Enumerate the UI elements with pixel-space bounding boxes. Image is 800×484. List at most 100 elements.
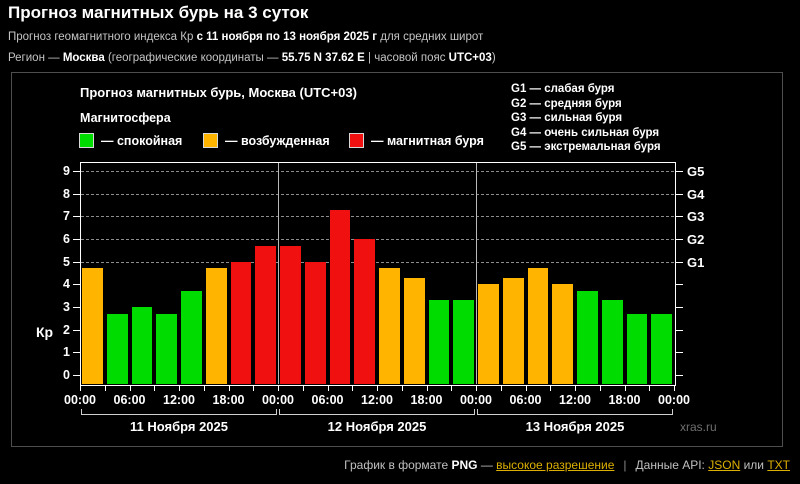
day-date-label: 13 Ноября 2025 bbox=[525, 419, 625, 434]
high-resolution-link[interactable]: высокое разрешение bbox=[496, 458, 614, 472]
x-axis-tick bbox=[525, 386, 527, 391]
footer-dash: — bbox=[477, 458, 497, 472]
kp-bar bbox=[205, 268, 227, 384]
x-axis-tick bbox=[599, 386, 601, 391]
y-axis-tick-left bbox=[73, 261, 80, 263]
forecast-date-range: с 11 ноября по 13 ноября 2025 г bbox=[196, 31, 378, 43]
y-axis-tick-left bbox=[73, 374, 80, 376]
y-tick-label: 9 bbox=[63, 164, 70, 179]
kp-bar bbox=[577, 291, 598, 384]
x-axis-tick bbox=[203, 386, 205, 391]
y-axis-tick-left bbox=[73, 193, 80, 195]
x-tick-label: 00:00 bbox=[262, 393, 294, 407]
x-tick-label: 18:00 bbox=[212, 393, 245, 407]
y-axis-tick-right bbox=[676, 216, 683, 218]
g-scale-legend: G1 — слабая буря G2 — средняя буря G3 — … bbox=[511, 82, 661, 155]
x-axis-tick bbox=[426, 386, 428, 391]
x-axis-tick bbox=[649, 386, 651, 391]
y-axis-tick-left bbox=[73, 306, 80, 308]
g-tick-label: G2 bbox=[687, 232, 705, 248]
kp-bar bbox=[626, 313, 648, 384]
legend-item-excited: — возбужденная bbox=[203, 133, 330, 148]
kp-bar bbox=[304, 261, 326, 384]
day-date-label: 12 Ноября 2025 bbox=[327, 419, 427, 434]
x-axis-tick bbox=[327, 386, 329, 391]
grid-line-g2 bbox=[81, 239, 674, 241]
chart-panel: Прогноз магнитных бурь, Москва (UTC+03) … bbox=[11, 72, 783, 447]
x-axis-tick bbox=[500, 386, 502, 391]
x-tick-label: 00:00 bbox=[658, 393, 690, 407]
kp-bar bbox=[280, 245, 301, 384]
y-axis-tick-left bbox=[73, 216, 80, 218]
kp-bar bbox=[131, 306, 153, 384]
coords-value: 55.75 N 37.62 E bbox=[281, 52, 365, 64]
grid-line-g3 bbox=[81, 216, 674, 218]
y-axis-tick-left bbox=[73, 171, 80, 173]
x-axis-tick bbox=[624, 386, 626, 391]
x-tick-label: 12:00 bbox=[361, 393, 393, 407]
coords-label: (географические координаты — bbox=[104, 52, 282, 64]
g-tick-label: G4 bbox=[687, 186, 705, 202]
txt-link[interactable]: TXT bbox=[767, 458, 790, 472]
y-axis-tick-right bbox=[676, 261, 683, 263]
x-axis-tick bbox=[575, 386, 576, 391]
day-bracket bbox=[279, 409, 475, 415]
api-label: Данные API: bbox=[635, 458, 709, 472]
day-divider bbox=[278, 163, 279, 384]
kp-bar bbox=[478, 284, 499, 384]
kp-bar bbox=[601, 300, 623, 384]
legend-item-storm: — магнитная буря bbox=[349, 133, 484, 148]
legend-label-excited: — возбужденная bbox=[225, 133, 330, 148]
timezone-value: UTC+03 bbox=[448, 52, 492, 64]
y-axis-tick-right bbox=[676, 306, 683, 308]
forecast-subtitle-pre: Прогноз геомагнитного индекса Кр bbox=[8, 31, 197, 43]
x-tick-label: 12:00 bbox=[163, 393, 195, 407]
x-axis-tick bbox=[104, 386, 106, 391]
json-link[interactable]: JSON bbox=[708, 458, 740, 472]
y-axis-tick-right bbox=[676, 284, 683, 286]
x-tick-label: 06:00 bbox=[311, 393, 344, 407]
grid-line-g5 bbox=[81, 171, 674, 173]
x-axis-tick bbox=[451, 386, 453, 391]
x-axis-tick bbox=[154, 386, 156, 391]
x-tick-label: 18:00 bbox=[608, 393, 641, 407]
excited-color-swatch bbox=[203, 133, 218, 148]
kp-bar bbox=[527, 268, 549, 384]
kp-bar bbox=[156, 313, 177, 384]
legend-item-quiet: — спокойная bbox=[79, 133, 182, 148]
kp-bar bbox=[82, 268, 103, 384]
y-axis-tick-right bbox=[676, 374, 683, 376]
day-date-label: 11 Ноября 2025 bbox=[129, 419, 228, 434]
day-bracket bbox=[477, 409, 673, 415]
y-axis-tick-right bbox=[676, 239, 683, 241]
kp-bar bbox=[379, 268, 400, 384]
x-axis-tick bbox=[352, 386, 354, 391]
kp-bar bbox=[181, 291, 202, 384]
kp-bar bbox=[502, 277, 524, 384]
x-axis-tick bbox=[377, 386, 378, 391]
g-tick-label: G1 bbox=[687, 254, 705, 270]
x-axis-tick bbox=[278, 386, 279, 391]
grid-line-g4 bbox=[81, 193, 674, 195]
kp-bar bbox=[255, 245, 276, 384]
legend-label-storm: — магнитная буря bbox=[371, 133, 484, 148]
x-tick-label: 18:00 bbox=[410, 393, 443, 407]
x-tick-label: 12:00 bbox=[559, 393, 591, 407]
kp-bar bbox=[329, 209, 351, 384]
y-tick-label: 8 bbox=[63, 186, 70, 201]
x-axis-tick bbox=[179, 386, 180, 391]
kp-bar bbox=[106, 313, 128, 384]
g-scale-g5: G5 — экстремальная буря bbox=[511, 141, 661, 154]
region-subtitle-close: ) bbox=[491, 52, 496, 64]
x-axis-tick bbox=[401, 386, 403, 391]
x-axis-tick bbox=[80, 386, 81, 391]
y-tick-label: 0 bbox=[63, 367, 70, 382]
g-scale-g1: G1 — слабая буря bbox=[511, 83, 615, 95]
png-format-label: График в формате bbox=[344, 458, 452, 472]
png-word: PNG bbox=[451, 458, 478, 472]
y-axis-tick-left bbox=[73, 239, 80, 241]
x-axis-tick bbox=[129, 386, 131, 391]
g-scale-g3: G3 — сильная буря bbox=[511, 112, 623, 125]
day-divider bbox=[476, 163, 477, 384]
g-tick-label: G5 bbox=[687, 164, 705, 180]
